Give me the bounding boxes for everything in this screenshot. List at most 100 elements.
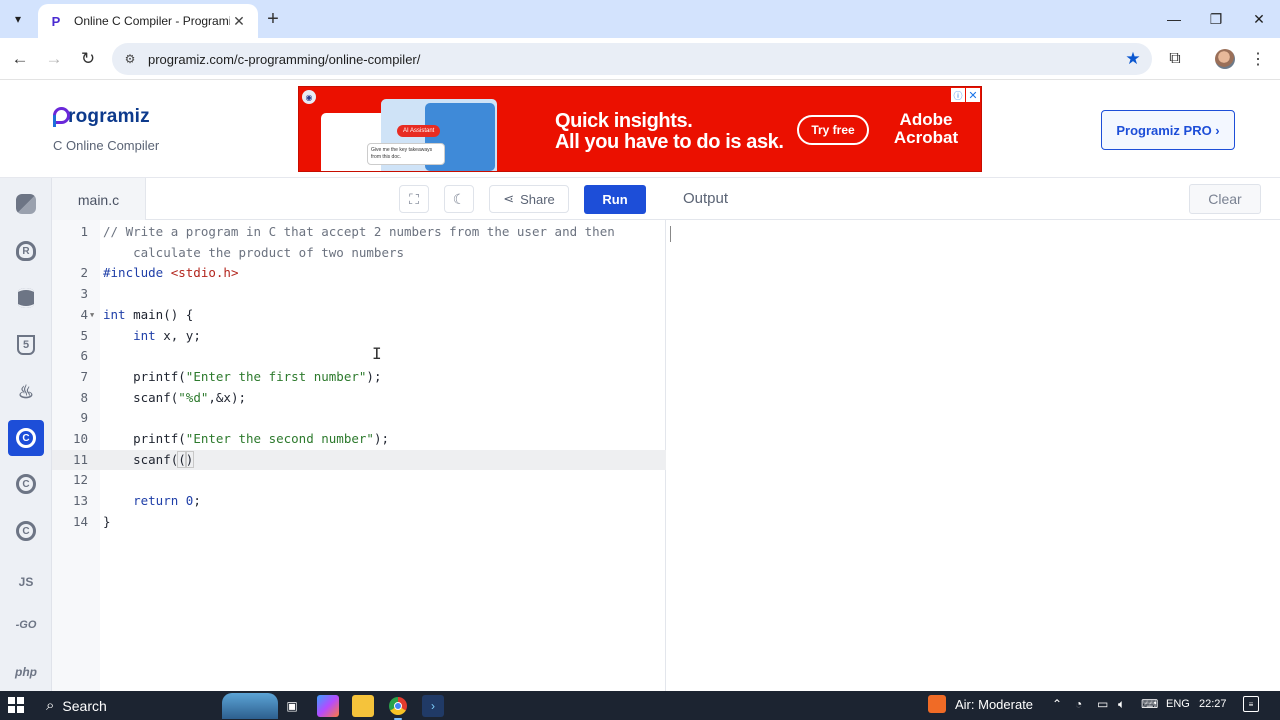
code-token: int [103,306,126,322]
clock[interactable]: 22:27 [1199,698,1227,710]
ad-info-icon[interactable]: ⓘ [951,88,965,102]
ad-bubble: Give me the key takeaways from this doc. [367,143,445,165]
editor-app-icon[interactable]: › [422,695,444,717]
java-icon: ♨ [17,381,35,402]
code-line[interactable]: 11 scanf(() [52,449,666,471]
site-info-icon[interactable]: ⚙ [122,51,138,67]
programiz-logo[interactable]: rogramiz [53,106,150,128]
chrome-logo-icon [389,697,407,715]
restore-icon[interactable]: ❐ [1202,6,1230,32]
file-tab[interactable]: main.c [52,178,146,221]
fold-arrow-icon[interactable]: ▼ [90,305,94,326]
reload-icon[interactable]: ↻ [76,47,100,71]
sidebar-item-c[interactable]: C [8,420,44,456]
chrome-icon[interactable] [387,695,409,720]
weather-widget[interactable]: Air: Moderate [928,695,1033,713]
code-line[interactable]: calculate the product of two numbers [52,243,666,264]
code-line[interactable]: 6 [52,346,666,367]
sidebar-item-html[interactable]: 5 [8,327,44,363]
html5-icon: 5 [17,335,35,355]
volume-icon[interactable]: 🔈︎ [1118,697,1125,712]
ad-illustration: AI Assistant Give me the key takeaways f… [321,95,503,171]
go-icon: -GO [15,619,37,631]
profile-avatar[interactable] [1215,49,1235,69]
forward-icon[interactable]: → [42,47,66,71]
code-line[interactable]: 12 [52,470,666,491]
c-icon: C [16,428,36,448]
programiz-favicon-icon: P [51,13,61,29]
language-indicator[interactable]: ENG [1166,698,1190,710]
browser-tab[interactable]: P Online C Compiler - Programiz ✕ [38,4,258,38]
text-cursor-icon: I [372,344,382,363]
close-tab-icon[interactable]: ✕ [230,12,248,30]
run-button[interactable]: Run [584,185,646,214]
code-line[interactable]: 14} [52,512,666,533]
code-line[interactable]: 13 return 0; [52,491,666,512]
code-text: printf("Enter the second number"); [103,429,389,450]
code-text: return 0; [103,491,201,512]
url-text[interactable]: programiz.com/c-programming/online-compi… [148,52,1122,67]
dark-mode-moon-icon[interactable]: ☾ [444,185,474,213]
ad-brand-line2: Acrobat [893,128,959,147]
kebab-menu-icon[interactable]: ⋮ [1248,47,1268,71]
sidebar-item-python[interactable] [8,186,44,222]
ad-try-free-button[interactable]: Try free [797,115,869,145]
browser-toolbar: ← → ↻ ⚙ programiz.com/c-programming/onli… [0,38,1280,80]
back-icon[interactable]: ← [8,47,32,71]
code-line[interactable]: 9 [52,408,666,429]
output-console[interactable] [666,220,1280,691]
taskbar-search[interactable]: ⌕ Search [36,692,216,719]
notifications-icon[interactable]: ≡ [1243,696,1259,712]
code-text: } [103,512,111,533]
code-line[interactable]: 5 int x, y; [52,326,666,347]
code-token: ; [193,493,201,509]
sidebar-item-r[interactable]: R [8,233,44,269]
minimize-icon[interactable]: — [1160,6,1188,32]
search-highlight-image[interactable] [222,693,278,719]
show-hidden-icons-icon[interactable]: ⌃ [1052,697,1062,711]
line-number: 12 [72,472,88,488]
code-line[interactable]: 3 [52,284,666,305]
line-number: 8 [80,389,88,405]
tab-search-icon[interactable]: ▾ [6,7,30,31]
input-method-icon[interactable]: ⌨ [1141,697,1158,711]
address-bar[interactable]: ⚙ programiz.com/c-programming/online-com… [112,43,1152,75]
code-editor[interactable]: 1 // Write a program in C that accept 2 n… [52,220,666,691]
code-line[interactable]: 8 scanf("%d",&x); [52,388,666,409]
bookmark-star-icon[interactable]: ★ [1122,48,1144,70]
share-button[interactable]: ⋖ Share [489,185,569,213]
search-icon: ⌕ [46,697,55,714]
extensions-icon[interactable]: ⧉ [1163,47,1187,71]
code-line[interactable]: 2 #include <stdio.h> [52,263,666,284]
code-line[interactable]: 1 // Write a program in C that accept 2 n… [52,222,666,243]
sidebar-item-cpp[interactable]: C [8,466,44,502]
battery-icon[interactable]: ▭ [1097,697,1108,711]
sidebar-item-php[interactable]: php [8,654,44,690]
task-view-icon[interactable]: ▣ [281,695,303,717]
sidebar-item-java[interactable]: ♨ [8,374,44,410]
sidebar-item-js[interactable]: JS [8,564,44,600]
file-explorer-icon[interactable] [352,695,374,717]
programiz-pro-button[interactable]: Programiz PRO › [1101,110,1235,150]
line-number: 14 [72,513,88,529]
sidebar-item-sql[interactable] [8,280,44,316]
ad-close-icon[interactable]: ✕ [966,88,980,102]
editor-toolbar: main.c ⛶ ☾ ⋖ Share Run [52,178,666,221]
new-tab-icon[interactable]: + [262,8,284,30]
share-icon: ⋖ [503,191,515,206]
wifi-icon[interactable]: ◔ [1075,697,1082,711]
advertisement-banner[interactable]: ◉ ⓘ ✕ AI Assistant Give me the key takea… [298,86,982,172]
windows-start-icon[interactable] [8,697,24,713]
code-token: scanf( [103,451,179,467]
sidebar-item-csharp[interactable]: C [8,513,44,549]
sidebar-item-go[interactable]: -GO [8,607,44,643]
code-line[interactable]: 7 printf("Enter the first number"); [52,367,666,388]
code-line[interactable]: 10 printf("Enter the second number"); [52,429,666,450]
clear-button[interactable]: Clear [1189,184,1261,214]
close-window-icon[interactable]: ✕ [1245,6,1273,32]
code-text: int main() { [103,305,193,326]
fullscreen-icon[interactable]: ⛶ [399,185,429,213]
code-line[interactable]: 4 ▼ int main() { [52,305,666,326]
js-icon: JS [18,575,34,589]
copilot-icon[interactable] [317,695,339,717]
